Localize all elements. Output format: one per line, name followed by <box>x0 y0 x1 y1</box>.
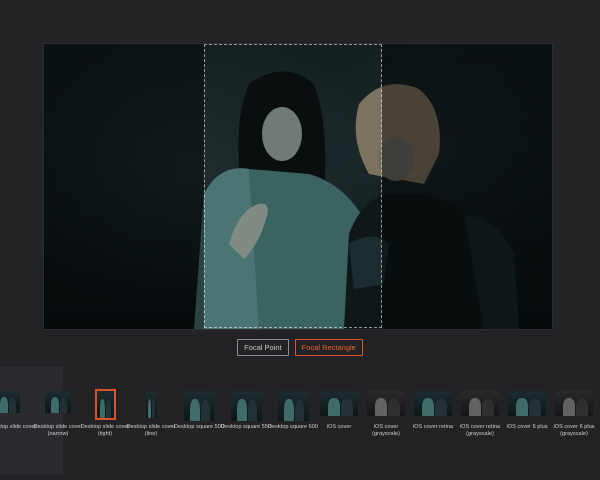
preset-thumbnail[interactable] <box>461 391 499 416</box>
preset-thumbnail[interactable] <box>145 391 157 418</box>
preset-thumbnail[interactable] <box>45 391 71 413</box>
preset-thumbnail[interactable] <box>555 391 593 416</box>
preset-thumbnail[interactable] <box>320 391 358 416</box>
crop-preset-item[interactable]: Desktop slide cover (narrow) <box>31 391 85 437</box>
crop-preset-item[interactable]: Desktop square 550 <box>219 391 273 431</box>
mask-right <box>382 44 552 329</box>
preset-thumbnail[interactable] <box>277 391 309 421</box>
crop-preset-item[interactable]: Desktop slide cover (line) <box>124 391 178 437</box>
preset-label: Desktop slide cover (narrow) <box>33 424 83 437</box>
focal-mode-toolbar: Focal Point Focal Rectangle <box>0 339 600 356</box>
focal-rectangle-button[interactable]: Focal Rectangle <box>294 339 363 356</box>
focal-rectangle[interactable] <box>204 44 382 328</box>
image-canvas[interactable] <box>44 44 552 329</box>
preset-thumbnail-wrap <box>0 391 28 423</box>
preset-thumbnail-wrap <box>546 391 600 423</box>
preset-thumbnail[interactable] <box>414 391 452 416</box>
mask-left <box>44 44 204 329</box>
preset-thumbnail-wrap <box>31 391 85 423</box>
preset-label: Desktop square 550 <box>220 424 272 430</box>
preset-thumbnail-wrap <box>172 391 226 423</box>
preset-thumbnail[interactable] <box>94 389 116 420</box>
crop-preset-item[interactable]: Desktop square 500 <box>172 391 226 431</box>
preset-label: Desktop square 500 <box>173 424 225 430</box>
preset-thumbnail-wrap <box>124 391 178 423</box>
crop-preset-item[interactable]: iOS cover 6 plus (grayscale) <box>546 391 600 437</box>
preset-thumbnail[interactable] <box>0 391 20 413</box>
crop-preset-item[interactable]: Desktop slide cover <box>0 391 36 431</box>
preset-thumbnail[interactable] <box>230 391 262 421</box>
preset-label: Desktop slide cover (line) <box>126 424 176 437</box>
preset-label: iOS cover 6 plus (grayscale) <box>553 424 595 437</box>
preset-thumbnail[interactable] <box>183 391 215 421</box>
preset-thumbnail[interactable] <box>508 391 546 416</box>
focal-point-button[interactable]: Focal Point <box>237 339 289 356</box>
preset-thumbnail-wrap <box>219 391 273 423</box>
preset-thumbnail[interactable] <box>367 391 405 416</box>
